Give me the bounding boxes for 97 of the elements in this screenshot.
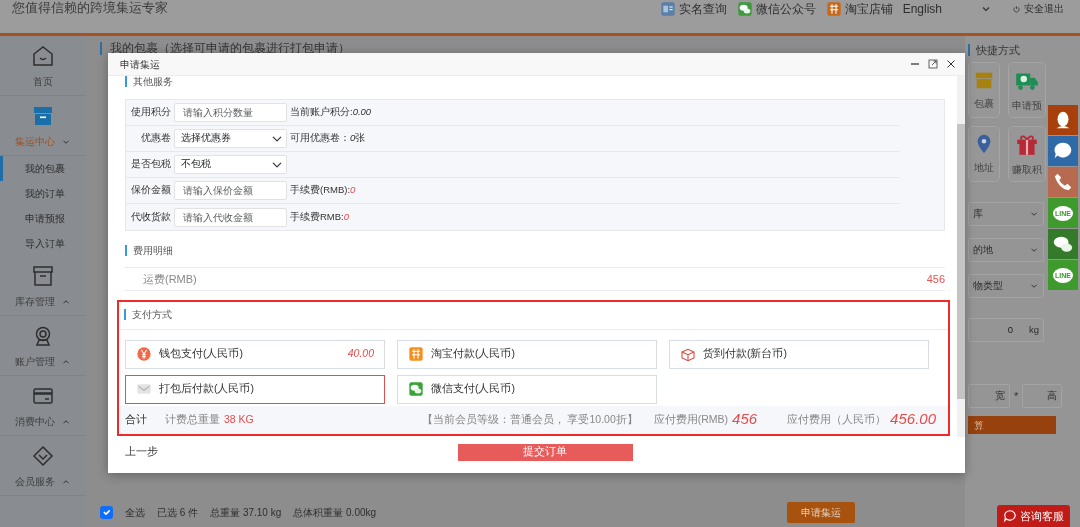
input-field[interactable]: 请输入积分数量 [174, 103, 287, 122]
submit-button[interactable]: 提交订单 [457, 443, 633, 461]
language-select[interactable]: English [902, 0, 992, 18]
dialog-title: 申请集运 [120, 57, 160, 72]
sidebar-subitem[interactable]: 导入订单 [0, 231, 86, 256]
parcel-icon [680, 346, 696, 362]
logout-link[interactable]: 安全退出 [1012, 1, 1064, 17]
total-weight: 总重量 37.10 kg [210, 505, 282, 520]
wallet-balance: 40.00 [347, 346, 374, 362]
select-all-checkbox[interactable] [100, 505, 113, 519]
times-sign: * [1014, 388, 1019, 404]
payment-option[interactable]: 货到付款(新台币) [669, 339, 929, 369]
sidebar-subitem[interactable]: 申请预报 [0, 206, 86, 231]
weight-label: 计费总重量 [165, 411, 220, 427]
dropdown[interactable]: 不包税 [174, 155, 287, 174]
sidebar-item[interactable]: 库存管理 [15, 294, 71, 309]
calculate-button[interactable]: 算 [968, 416, 1056, 434]
dropdown[interactable]: 物类型 [968, 274, 1044, 298]
header-link[interactable]: 微信公众号 [736, 0, 816, 18]
member-note: 【当前会员等级：普通会员， 享受10.00折】 [421, 411, 638, 427]
close-icon [945, 58, 957, 70]
header-link[interactable]: 实名查询 [659, 0, 727, 18]
chat-button[interactable] [1048, 136, 1078, 166]
field-label: 保价金额 [130, 183, 171, 198]
scrollbar[interactable] [957, 76, 965, 437]
input-field[interactable]: 请输入代收金额 [174, 207, 287, 227]
width-field[interactable]: 宽 [968, 384, 1010, 408]
due-label: 应付费用（人民币） [787, 411, 887, 427]
diamond-icon [31, 444, 55, 468]
dropdown[interactable]: 选择优惠券 [174, 129, 287, 148]
penguin-button[interactable] [1048, 105, 1078, 135]
grid-icon [408, 346, 424, 362]
total-label: 合计 [125, 411, 147, 427]
weight-field[interactable]: 0 kg [968, 318, 1044, 342]
shortcut-tile[interactable]: 赚取积 [1008, 126, 1046, 182]
field-label: 代收货款 [130, 209, 171, 224]
field-label: 优惠卷 [140, 131, 171, 146]
sidebar-item[interactable]: 会员服务 [15, 474, 71, 489]
payment-option[interactable]: 钱包支付(人民币) 40.00 [125, 339, 385, 369]
section-heading: 支付方式 [124, 309, 172, 320]
phone-icon [1052, 171, 1074, 193]
field-label: 使用积分 [130, 105, 171, 120]
header-link[interactable]: 淘宝店铺 [825, 0, 893, 18]
phone-button[interactable] [1048, 167, 1078, 197]
due-amount: 456 [732, 409, 758, 430]
back-link[interactable]: 上一步 [125, 444, 158, 460]
field-note: 可用优惠卷：0张 [290, 131, 366, 146]
input-field[interactable]: 请输入保价金额 [174, 181, 287, 200]
chat-bubbles-icon [408, 381, 424, 397]
field-value: 0 [1007, 322, 1013, 337]
sidebar-subitem[interactable]: 我的订单 [0, 181, 86, 206]
sidebar-item[interactable]: 消费中心 [15, 414, 71, 429]
chat-bubbles-icon [736, 1, 753, 17]
id-card-icon [659, 1, 676, 17]
yen-icon [136, 346, 152, 362]
payment-option[interactable]: 淘宝付款(人民币) [397, 339, 657, 369]
checkbox-label: 全选 [125, 505, 145, 520]
power-icon [1012, 4, 1021, 14]
sidebar-item[interactable]: 账户管理 [15, 354, 71, 369]
dropdown[interactable]: 的地 [968, 238, 1044, 262]
maximize-icon [927, 58, 939, 70]
shortcut-tile[interactable]: 申请预 [1008, 62, 1046, 118]
section-heading: 费用明细 [125, 245, 945, 256]
due-amount: 456.00 [890, 409, 936, 430]
volume-weight: 总体积重量 0.00kg [293, 505, 377, 520]
chat-bubbles-button[interactable] [1048, 229, 1078, 259]
due-label: 应付费用(RMB) [653, 411, 729, 427]
close-button[interactable] [945, 58, 957, 70]
unit-label: kg [1028, 322, 1039, 337]
apply-button[interactable]: 申请集运 [787, 501, 855, 523]
dropdown[interactable]: 库 [968, 202, 1044, 226]
box-icon [31, 104, 55, 128]
payment-option[interactable]: 打包后付款(人民币) [125, 374, 385, 404]
panel-title: 快捷方式 [968, 44, 1080, 56]
archive-icon [31, 264, 55, 288]
selected-count: 已选 6 件 [157, 505, 199, 520]
envelope-icon [136, 381, 152, 397]
tagline: 您值得信赖的跨境集运专家 [12, 0, 168, 17]
field-note: 手续费RMB:0 [290, 209, 350, 224]
maximize-button[interactable] [927, 58, 939, 70]
height-field[interactable]: 高 [1022, 384, 1063, 408]
fee-value: 456 [926, 271, 945, 287]
payment-option[interactable]: 微信支付(人民币) [397, 374, 657, 404]
grid-icon [825, 1, 842, 17]
consult-button[interactable]: 咨询客服 [997, 504, 1070, 527]
chat-icon [1003, 508, 1017, 523]
field-note: 当前账户积分:0.00 [290, 105, 372, 120]
shortcut-tile[interactable]: 包裹 [968, 62, 1000, 118]
shortcut-tile[interactable]: 地址 [968, 126, 1000, 182]
field-note: 手续费(RMB):0 [290, 183, 356, 198]
fee-label: 运费(RMB) [143, 271, 197, 287]
weight-value: 38 KG [224, 411, 254, 427]
sidebar-item[interactable]: 首页 [33, 74, 53, 89]
home-icon [31, 44, 55, 68]
field-label: 是否包税 [130, 157, 171, 172]
section-heading: 其他服务 [125, 76, 945, 87]
sidebar-subitem[interactable]: 我的包裹 [0, 156, 86, 181]
